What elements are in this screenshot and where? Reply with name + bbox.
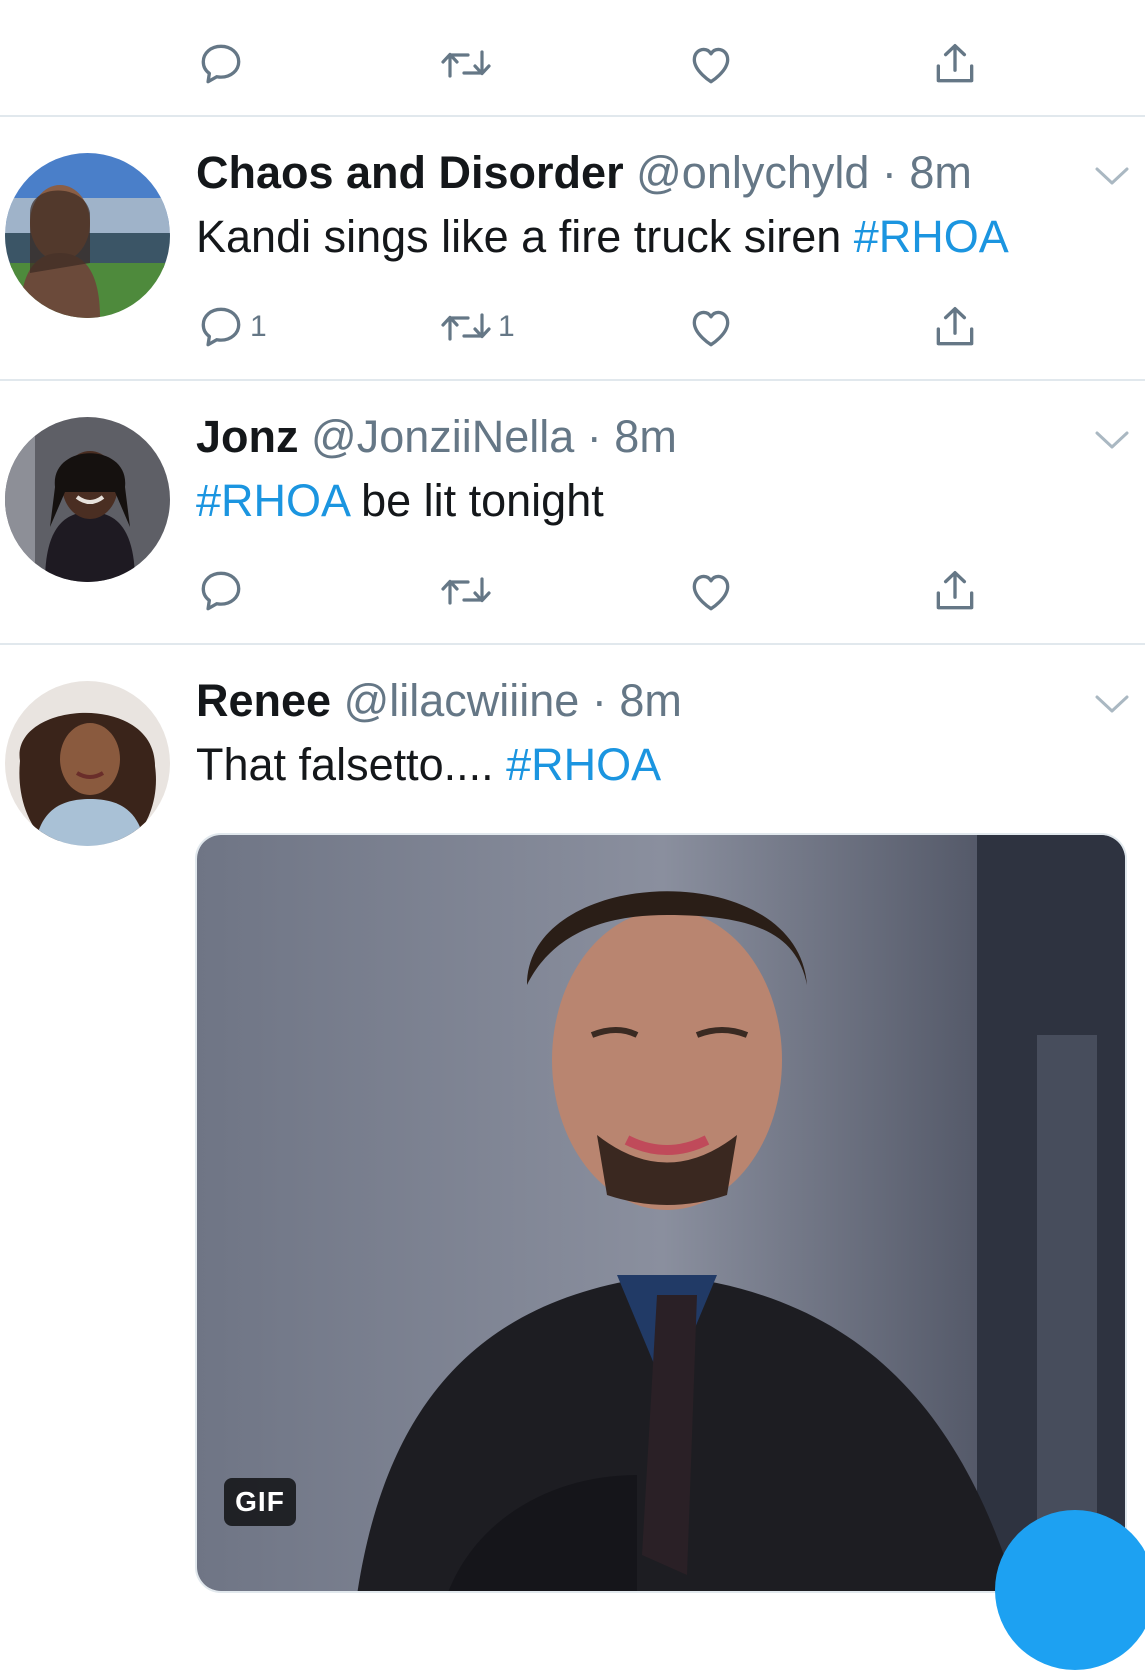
share-icon: [936, 44, 974, 83]
tweet-header: Renee @lilacwiiine · 8m: [196, 673, 682, 729]
retweet-icon: [441, 577, 491, 605]
tweet-body: be lit tonight: [348, 475, 604, 526]
handle-and-time[interactable]: @JonziiNella · 8m: [311, 411, 677, 462]
hashtag-link[interactable]: #RHOA: [196, 475, 349, 526]
hashtag-link[interactable]: #RHOA: [506, 739, 661, 790]
tweet-actions: 1 1: [0, 297, 1145, 357]
reply-count: 1: [250, 310, 267, 343]
retweet-count: 1: [498, 310, 515, 343]
display-name[interactable]: Jonz: [196, 411, 299, 462]
tweet-chaos-and-disorder[interactable]: Chaos and Disorder @onlychyld · 8m Kandi…: [0, 117, 1145, 379]
gif-badge: GIF: [224, 1478, 296, 1526]
chevron-down-icon[interactable]: [1092, 689, 1132, 719]
share-icon: [936, 571, 974, 610]
reply-button[interactable]: [196, 561, 246, 621]
like-icon: [692, 310, 730, 347]
retweet-button[interactable]: [438, 34, 494, 94]
like-button[interactable]: [686, 561, 736, 621]
hashtag-link[interactable]: #RHOA: [854, 211, 1009, 262]
like-button[interactable]: [686, 34, 736, 94]
display-name[interactable]: Chaos and Disorder: [196, 147, 624, 198]
gif-media[interactable]: [195, 833, 1127, 1593]
like-button[interactable]: [686, 297, 736, 357]
tweet-text: Kandi sings like a fire truck siren #RHO…: [196, 209, 1009, 265]
tweet-text: #RHOA be lit tonight: [196, 473, 604, 529]
avatar[interactable]: [5, 153, 170, 318]
like-icon: [692, 574, 730, 611]
handle-and-time[interactable]: @lilacwiiine · 8m: [344, 675, 682, 726]
compose-tweet-button[interactable]: [995, 1510, 1145, 1670]
reply-icon: [201, 571, 241, 611]
tweet-body: That falsetto....: [196, 739, 507, 790]
tweet-actions-top: [0, 34, 1145, 94]
tweet-header: Chaos and Disorder @onlychyld · 8m: [196, 145, 972, 201]
retweet-button[interactable]: [438, 561, 494, 621]
like-icon: [692, 47, 730, 84]
tweet-actions: [0, 561, 1145, 621]
share-button[interactable]: [930, 561, 980, 621]
display-name[interactable]: Renee: [196, 675, 331, 726]
share-button[interactable]: [930, 297, 980, 357]
chevron-down-icon[interactable]: [1092, 161, 1132, 191]
avatar[interactable]: [5, 417, 170, 582]
tweet-text: That falsetto.... #RHOA: [196, 737, 661, 793]
handle-and-time[interactable]: @onlychyld · 8m: [636, 147, 972, 198]
reply-icon: [201, 307, 241, 347]
share-icon: [936, 307, 974, 346]
reply-button[interactable]: [196, 34, 246, 94]
retweet-button[interactable]: 1: [438, 297, 515, 357]
reply-icon: [201, 44, 241, 84]
retweet-icon: [441, 313, 491, 341]
chevron-down-icon[interactable]: [1092, 425, 1132, 455]
gif-image: [197, 835, 1125, 1591]
avatar[interactable]: [5, 681, 170, 846]
share-button[interactable]: [930, 34, 980, 94]
tweet-jonz[interactable]: Jonz @JonziiNella · 8m #RHOA be lit toni…: [0, 381, 1145, 643]
tweet-header: Jonz @JonziiNella · 8m: [196, 409, 677, 465]
reply-button[interactable]: 1: [196, 297, 267, 357]
tweet-body: Kandi sings like a fire truck siren: [196, 211, 854, 262]
retweet-icon: [441, 50, 491, 78]
